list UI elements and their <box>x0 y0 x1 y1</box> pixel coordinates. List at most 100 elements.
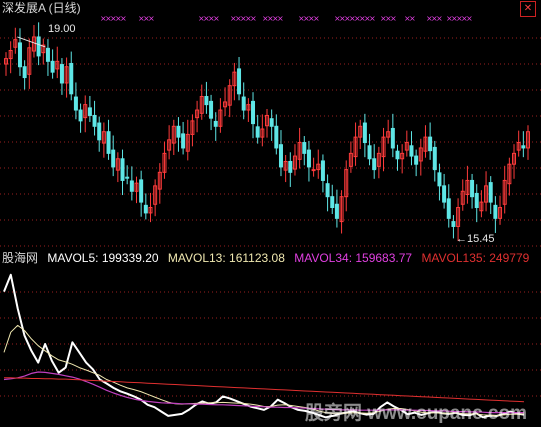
legend-mavol135: MAVOL135: 249779 <box>421 251 530 265</box>
signal-mark: × <box>148 14 155 23</box>
candle <box>209 94 214 131</box>
candle <box>27 38 32 89</box>
candle <box>311 157 316 177</box>
indicator-name: 股海网 <box>2 251 39 265</box>
candle <box>516 130 521 157</box>
candle <box>50 49 55 79</box>
candle <box>302 136 307 166</box>
candle <box>474 184 479 223</box>
candle <box>334 189 339 228</box>
candle <box>512 144 517 179</box>
candle <box>251 92 256 139</box>
candle <box>181 121 186 155</box>
candle <box>232 62 237 101</box>
candle <box>31 25 36 58</box>
candle <box>195 100 200 133</box>
candle <box>386 119 391 144</box>
candle <box>288 152 293 187</box>
signal-mark: × <box>277 14 284 23</box>
high-price-annotation: 19.00 <box>48 23 76 35</box>
candle <box>129 166 134 201</box>
legend-mavol5: MAVOL5: 199339.20 <box>47 251 159 265</box>
low-price-annotation: ←15.45 <box>456 233 495 245</box>
candle <box>4 52 8 76</box>
legend-mavol13: MAVOL13: 161123.08 <box>167 251 285 265</box>
candle <box>404 130 409 157</box>
candle <box>432 140 437 182</box>
candle <box>78 103 83 133</box>
candle <box>344 160 349 212</box>
candle <box>73 82 78 120</box>
candle <box>41 38 46 65</box>
candle <box>45 39 50 76</box>
watermark: 股旁网 www.cupanc.com <box>304 403 527 424</box>
candle <box>265 108 269 138</box>
candle <box>237 56 242 101</box>
candle <box>278 130 283 177</box>
indicator-legend: 股海网 MAVOL5: 199339.20 MAVOL13: 161123.08… <box>2 251 535 265</box>
candle <box>446 184 451 228</box>
candle <box>381 127 386 172</box>
candle <box>297 127 302 169</box>
candle <box>484 171 489 212</box>
candle <box>442 173 447 209</box>
chart-canvas: ××××× ××× ×××× ××××× ×××× ×××× ×××××××× ××× ×× ××… <box>0 14 541 419</box>
candle <box>213 112 218 141</box>
candle <box>92 100 97 136</box>
candle <box>451 215 456 239</box>
signal-mark: × <box>436 14 443 23</box>
legend-mavol34: MAVOL34: 159683.77 <box>294 251 413 265</box>
candle <box>227 79 232 118</box>
candle <box>255 114 260 144</box>
candle <box>316 149 321 179</box>
signal-mark: × <box>390 14 397 23</box>
candle <box>414 149 419 177</box>
candle <box>358 119 363 150</box>
candle <box>153 179 158 217</box>
candle <box>526 125 530 160</box>
candle <box>22 60 27 90</box>
candle <box>87 95 92 122</box>
candle <box>190 114 195 147</box>
candle <box>348 141 353 173</box>
signal-mark: × <box>466 14 473 23</box>
candle <box>283 154 288 183</box>
candle <box>185 119 190 161</box>
candle <box>241 82 246 120</box>
candle <box>64 57 69 98</box>
candle <box>171 119 176 155</box>
candle <box>507 157 512 196</box>
candle <box>488 176 493 215</box>
chart-title: 深发展A (日线) <box>2 1 81 15</box>
candle <box>139 170 144 217</box>
candle <box>157 163 162 204</box>
candle <box>325 174 330 212</box>
candle <box>339 190 344 234</box>
candle <box>8 41 13 74</box>
candle <box>162 141 167 179</box>
candle <box>97 116 102 152</box>
candle <box>428 122 433 160</box>
candle <box>409 131 414 166</box>
candle <box>274 114 279 155</box>
candle <box>148 192 153 223</box>
candle <box>306 140 311 182</box>
signal-marks: ××××× ××× ×××× ××××× ×××× ×××× ×××××××× ××× ×× ××… <box>100 14 473 23</box>
candle <box>395 144 400 171</box>
candle <box>521 131 526 158</box>
candle <box>320 154 325 193</box>
candle <box>376 146 381 179</box>
candle <box>493 196 498 233</box>
candle <box>69 51 74 101</box>
signal-mark: × <box>120 14 127 23</box>
candle <box>246 98 251 122</box>
candle <box>465 165 470 204</box>
close-icon[interactable]: ✕ <box>520 1 536 17</box>
candle <box>502 165 507 214</box>
candle <box>55 46 60 79</box>
candle <box>167 125 172 160</box>
candle <box>330 184 335 215</box>
signal-mark: × <box>313 14 320 23</box>
candle <box>101 122 106 158</box>
candle <box>292 144 297 176</box>
